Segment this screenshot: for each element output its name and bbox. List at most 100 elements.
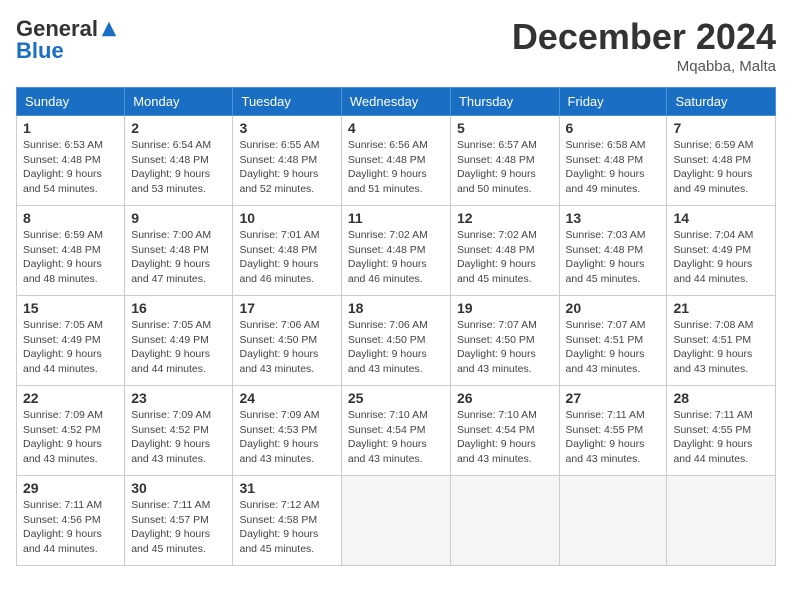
day-number: 23 <box>131 390 226 406</box>
day-number: 27 <box>566 390 661 406</box>
day-cell-25: 25 Sunrise: 7:10 AM Sunset: 4:54 PM Dayl… <box>341 386 450 476</box>
day-info: Sunrise: 6:55 AM Sunset: 4:48 PM Dayligh… <box>239 138 334 197</box>
day-info: Sunrise: 7:02 AM Sunset: 4:48 PM Dayligh… <box>348 228 444 287</box>
week-row-4: 22 Sunrise: 7:09 AM Sunset: 4:52 PM Dayl… <box>17 386 776 476</box>
header-monday: Monday <box>125 88 233 116</box>
day-cell-20: 20 Sunrise: 7:07 AM Sunset: 4:51 PM Dayl… <box>559 296 667 386</box>
header-tuesday: Tuesday <box>233 88 341 116</box>
month-title: December 2024 <box>512 16 776 58</box>
empty-cell <box>341 476 450 566</box>
day-cell-9: 9 Sunrise: 7:00 AM Sunset: 4:48 PM Dayli… <box>125 206 233 296</box>
day-cell-31: 31 Sunrise: 7:12 AM Sunset: 4:58 PM Dayl… <box>233 476 341 566</box>
day-cell-8: 8 Sunrise: 6:59 AM Sunset: 4:48 PM Dayli… <box>17 206 125 296</box>
day-number: 10 <box>239 210 334 226</box>
day-cell-15: 15 Sunrise: 7:05 AM Sunset: 4:49 PM Dayl… <box>17 296 125 386</box>
day-info: Sunrise: 7:08 AM Sunset: 4:51 PM Dayligh… <box>673 318 769 377</box>
logo: General Blue <box>16 16 118 64</box>
day-number: 19 <box>457 300 553 316</box>
logo-blue: Blue <box>16 38 64 64</box>
day-number: 9 <box>131 210 226 226</box>
week-row-1: 1 Sunrise: 6:53 AM Sunset: 4:48 PM Dayli… <box>17 116 776 206</box>
day-info: Sunrise: 7:10 AM Sunset: 4:54 PM Dayligh… <box>348 408 444 467</box>
day-number: 17 <box>239 300 334 316</box>
day-cell-14: 14 Sunrise: 7:04 AM Sunset: 4:49 PM Dayl… <box>667 206 776 296</box>
day-number: 30 <box>131 480 226 496</box>
day-info: Sunrise: 7:07 AM Sunset: 4:50 PM Dayligh… <box>457 318 553 377</box>
day-number: 26 <box>457 390 553 406</box>
header-wednesday: Wednesday <box>341 88 450 116</box>
week-row-5: 29 Sunrise: 7:11 AM Sunset: 4:56 PM Dayl… <box>17 476 776 566</box>
header-thursday: Thursday <box>450 88 559 116</box>
day-cell-4: 4 Sunrise: 6:56 AM Sunset: 4:48 PM Dayli… <box>341 116 450 206</box>
day-cell-19: 19 Sunrise: 7:07 AM Sunset: 4:50 PM Dayl… <box>450 296 559 386</box>
day-info: Sunrise: 7:09 AM Sunset: 4:52 PM Dayligh… <box>131 408 226 467</box>
day-info: Sunrise: 7:11 AM Sunset: 4:56 PM Dayligh… <box>23 498 118 557</box>
day-cell-30: 30 Sunrise: 7:11 AM Sunset: 4:57 PM Dayl… <box>125 476 233 566</box>
day-cell-6: 6 Sunrise: 6:58 AM Sunset: 4:48 PM Dayli… <box>559 116 667 206</box>
header-friday: Friday <box>559 88 667 116</box>
day-info: Sunrise: 7:12 AM Sunset: 4:58 PM Dayligh… <box>239 498 334 557</box>
day-info: Sunrise: 6:58 AM Sunset: 4:48 PM Dayligh… <box>566 138 661 197</box>
day-info: Sunrise: 7:05 AM Sunset: 4:49 PM Dayligh… <box>131 318 226 377</box>
day-info: Sunrise: 6:59 AM Sunset: 4:48 PM Dayligh… <box>673 138 769 197</box>
day-cell-29: 29 Sunrise: 7:11 AM Sunset: 4:56 PM Dayl… <box>17 476 125 566</box>
day-info: Sunrise: 7:09 AM Sunset: 4:52 PM Dayligh… <box>23 408 118 467</box>
day-number: 4 <box>348 120 444 136</box>
empty-cell <box>559 476 667 566</box>
day-cell-3: 3 Sunrise: 6:55 AM Sunset: 4:48 PM Dayli… <box>233 116 341 206</box>
day-info: Sunrise: 6:56 AM Sunset: 4:48 PM Dayligh… <box>348 138 444 197</box>
day-cell-17: 17 Sunrise: 7:06 AM Sunset: 4:50 PM Dayl… <box>233 296 341 386</box>
day-cell-21: 21 Sunrise: 7:08 AM Sunset: 4:51 PM Dayl… <box>667 296 776 386</box>
day-cell-26: 26 Sunrise: 7:10 AM Sunset: 4:54 PM Dayl… <box>450 386 559 476</box>
day-cell-24: 24 Sunrise: 7:09 AM Sunset: 4:53 PM Dayl… <box>233 386 341 476</box>
day-cell-7: 7 Sunrise: 6:59 AM Sunset: 4:48 PM Dayli… <box>667 116 776 206</box>
day-info: Sunrise: 7:00 AM Sunset: 4:48 PM Dayligh… <box>131 228 226 287</box>
day-number: 22 <box>23 390 118 406</box>
day-number: 25 <box>348 390 444 406</box>
day-info: Sunrise: 7:11 AM Sunset: 4:57 PM Dayligh… <box>131 498 226 557</box>
day-info: Sunrise: 7:06 AM Sunset: 4:50 PM Dayligh… <box>239 318 334 377</box>
day-cell-23: 23 Sunrise: 7:09 AM Sunset: 4:52 PM Dayl… <box>125 386 233 476</box>
day-info: Sunrise: 6:54 AM Sunset: 4:48 PM Dayligh… <box>131 138 226 197</box>
title-section: December 2024 Mqabba, Malta <box>512 16 776 75</box>
day-number: 31 <box>239 480 334 496</box>
day-info: Sunrise: 7:11 AM Sunset: 4:55 PM Dayligh… <box>673 408 769 467</box>
day-info: Sunrise: 7:05 AM Sunset: 4:49 PM Dayligh… <box>23 318 118 377</box>
day-info: Sunrise: 7:02 AM Sunset: 4:48 PM Dayligh… <box>457 228 553 287</box>
day-cell-18: 18 Sunrise: 7:06 AM Sunset: 4:50 PM Dayl… <box>341 296 450 386</box>
day-cell-28: 28 Sunrise: 7:11 AM Sunset: 4:55 PM Dayl… <box>667 386 776 476</box>
day-number: 12 <box>457 210 553 226</box>
day-info: Sunrise: 6:53 AM Sunset: 4:48 PM Dayligh… <box>23 138 118 197</box>
logo-icon <box>100 20 118 38</box>
day-number: 3 <box>239 120 334 136</box>
day-number: 6 <box>566 120 661 136</box>
day-cell-2: 2 Sunrise: 6:54 AM Sunset: 4:48 PM Dayli… <box>125 116 233 206</box>
day-cell-1: 1 Sunrise: 6:53 AM Sunset: 4:48 PM Dayli… <box>17 116 125 206</box>
day-info: Sunrise: 7:11 AM Sunset: 4:55 PM Dayligh… <box>566 408 661 467</box>
day-number: 15 <box>23 300 118 316</box>
day-info: Sunrise: 7:01 AM Sunset: 4:48 PM Dayligh… <box>239 228 334 287</box>
day-number: 20 <box>566 300 661 316</box>
day-number: 7 <box>673 120 769 136</box>
day-info: Sunrise: 7:09 AM Sunset: 4:53 PM Dayligh… <box>239 408 334 467</box>
day-cell-22: 22 Sunrise: 7:09 AM Sunset: 4:52 PM Dayl… <box>17 386 125 476</box>
day-number: 11 <box>348 210 444 226</box>
day-cell-13: 13 Sunrise: 7:03 AM Sunset: 4:48 PM Dayl… <box>559 206 667 296</box>
day-info: Sunrise: 7:04 AM Sunset: 4:49 PM Dayligh… <box>673 228 769 287</box>
day-cell-10: 10 Sunrise: 7:01 AM Sunset: 4:48 PM Dayl… <box>233 206 341 296</box>
day-info: Sunrise: 7:06 AM Sunset: 4:50 PM Dayligh… <box>348 318 444 377</box>
day-info: Sunrise: 7:10 AM Sunset: 4:54 PM Dayligh… <box>457 408 553 467</box>
day-number: 5 <box>457 120 553 136</box>
empty-cell <box>667 476 776 566</box>
page-header: General Blue December 2024 Mqabba, Malta <box>16 16 776 75</box>
week-row-2: 8 Sunrise: 6:59 AM Sunset: 4:48 PM Dayli… <box>17 206 776 296</box>
empty-cell <box>450 476 559 566</box>
day-number: 2 <box>131 120 226 136</box>
day-number: 16 <box>131 300 226 316</box>
day-info: Sunrise: 6:57 AM Sunset: 4:48 PM Dayligh… <box>457 138 553 197</box>
day-number: 13 <box>566 210 661 226</box>
day-cell-12: 12 Sunrise: 7:02 AM Sunset: 4:48 PM Dayl… <box>450 206 559 296</box>
day-number: 24 <box>239 390 334 406</box>
location: Mqabba, Malta <box>512 58 776 75</box>
day-cell-11: 11 Sunrise: 7:02 AM Sunset: 4:48 PM Dayl… <box>341 206 450 296</box>
